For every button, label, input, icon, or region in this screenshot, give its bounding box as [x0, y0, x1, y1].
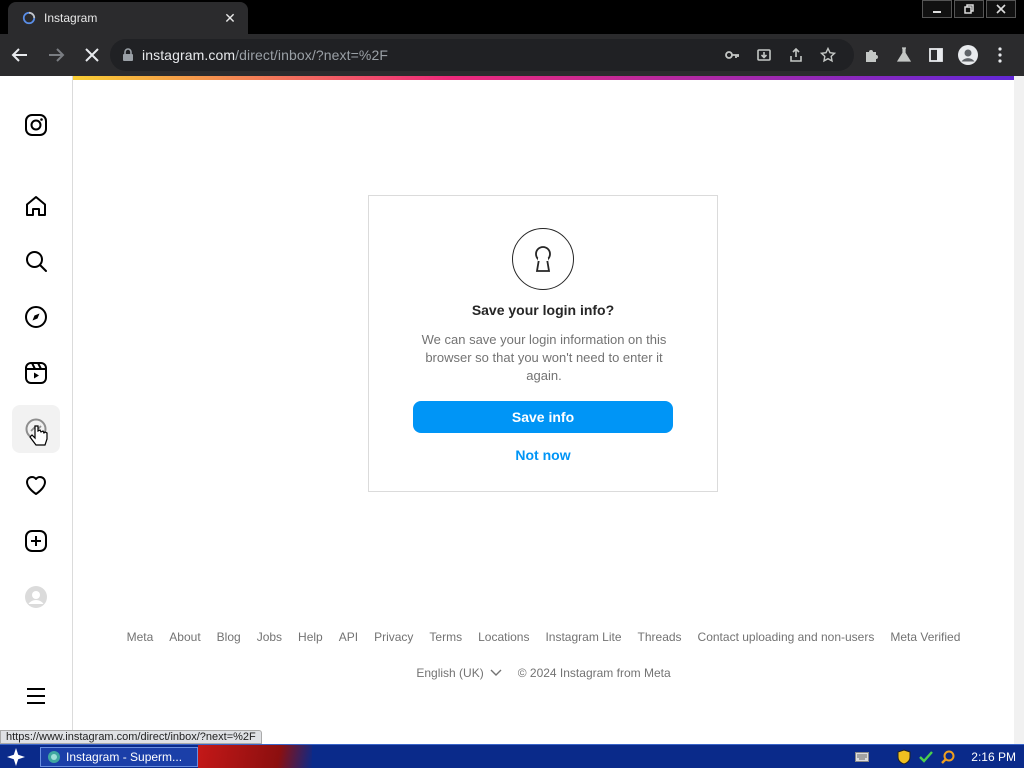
start-button[interactable]	[0, 745, 32, 768]
tab-close-icon[interactable]: ✕	[222, 10, 238, 27]
instagram-sidebar	[0, 76, 73, 744]
footer-link[interactable]: Locations	[478, 630, 529, 644]
close-icon	[996, 4, 1006, 14]
side-panel-icon[interactable]	[920, 47, 952, 63]
loading-progress-bar	[73, 76, 1014, 80]
taskbar-decoration	[198, 745, 312, 768]
network-icon[interactable]	[917, 748, 935, 766]
footer-link[interactable]: API	[339, 630, 358, 644]
save-info-button[interactable]: Save info	[413, 401, 673, 433]
stop-loading-button[interactable]	[76, 39, 108, 71]
minimize-icon	[933, 11, 941, 13]
close-window-button[interactable]	[986, 0, 1016, 18]
extensions-puzzle-icon[interactable]	[856, 47, 888, 63]
browser-toolbar: instagram.com/direct/inbox/?next=%2F	[0, 34, 1024, 76]
not-now-button[interactable]: Not now	[369, 447, 717, 463]
language-selector[interactable]: English (UK)	[416, 666, 502, 680]
browser-app-icon	[48, 751, 60, 763]
start-star-icon	[7, 747, 25, 766]
footer-link[interactable]: Meta Verified	[890, 630, 960, 644]
save-login-dialog: Save your login info? We can save your l…	[368, 195, 718, 492]
instagram-page: Save your login info? We can save your l…	[0, 76, 1014, 744]
address-bar[interactable]: instagram.com/direct/inbox/?next=%2F	[110, 39, 854, 71]
browser-menu-icon[interactable]	[984, 47, 1016, 63]
profile-avatar-icon[interactable]	[952, 44, 984, 66]
dialog-title: Save your login info?	[471, 302, 615, 318]
chevron-down-icon	[490, 669, 502, 676]
more-menu-icon[interactable]	[12, 672, 60, 720]
footer-link[interactable]: Terms	[429, 630, 462, 644]
share-icon[interactable]	[780, 47, 812, 63]
footer-link[interactable]: Blog	[217, 630, 241, 644]
address-bar-actions	[716, 39, 844, 71]
stop-icon	[85, 48, 99, 62]
instagram-favicon-icon	[22, 11, 36, 25]
window-controls	[920, 0, 1016, 18]
create-icon[interactable]	[12, 517, 60, 565]
reels-icon[interactable]	[12, 349, 60, 397]
os-taskbar: Instagram - Superm... 2:16 PM	[0, 744, 1024, 768]
screen: Instagram ✕ instagram.com/direct/inbox/?…	[0, 0, 1024, 768]
copyright-text: © 2024 Instagram from Meta	[517, 666, 671, 680]
shield-icon[interactable]	[895, 748, 913, 766]
lock-icon[interactable]	[122, 48, 134, 62]
profile-avatar[interactable]	[12, 573, 60, 621]
keyboard-icon[interactable]	[853, 748, 871, 766]
labs-flask-icon[interactable]	[888, 47, 920, 63]
link-status-bubble: https://www.instagram.com/direct/inbox/?…	[0, 730, 262, 744]
search-tray-icon[interactable]	[939, 748, 957, 766]
notifications-heart-icon[interactable]	[12, 461, 60, 509]
language-label: English (UK)	[416, 666, 484, 680]
forward-arrow-icon	[49, 48, 65, 62]
restore-button[interactable]	[954, 0, 984, 18]
hand-cursor-icon	[29, 425, 48, 446]
page-scrollbar[interactable]	[1014, 76, 1024, 744]
clock: 2:16 PM	[971, 750, 1016, 764]
url-host: instagram.com	[142, 47, 236, 63]
taskbar-task-label: Instagram - Superm...	[66, 750, 183, 764]
footer-link[interactable]: Threads	[638, 630, 682, 644]
forward-button[interactable]	[40, 39, 72, 71]
browser-titlebar: Instagram ✕	[0, 0, 1024, 34]
footer-link[interactable]: Contact uploading and non-users	[698, 630, 875, 644]
footer-link[interactable]: Meta	[127, 630, 154, 644]
footer-links: Meta About Blog Jobs Help API Privacy Terms Loca…	[73, 630, 1014, 644]
url-path: /direct/inbox/?next=%2F	[235, 47, 388, 63]
dialog-message: We can save your login information on th…	[421, 332, 667, 383]
browser-tab[interactable]: Instagram ✕	[8, 2, 248, 34]
tab-title: Instagram	[44, 11, 98, 25]
back-arrow-icon	[11, 48, 27, 62]
search-icon[interactable]	[12, 237, 60, 285]
system-tray: 2:16 PM	[849, 745, 1016, 768]
footer-link[interactable]: Help	[298, 630, 323, 644]
address-url: instagram.com/direct/inbox/?next=%2F	[142, 47, 388, 63]
footer-link[interactable]: Privacy	[374, 630, 413, 644]
keyhole-icon	[512, 228, 574, 290]
footer-link[interactable]: About	[169, 630, 200, 644]
back-button[interactable]	[4, 39, 36, 71]
extension-toolbar	[856, 39, 1016, 71]
password-key-icon[interactable]	[716, 47, 748, 63]
taskbar-task-button[interactable]: Instagram - Superm...	[40, 747, 198, 767]
footer-link[interactable]: Jobs	[257, 630, 282, 644]
restore-icon	[964, 4, 974, 14]
bookmark-star-icon[interactable]	[812, 47, 844, 63]
minimize-button[interactable]	[922, 0, 952, 18]
instagram-logo-icon[interactable]	[12, 101, 60, 149]
install-app-icon[interactable]	[748, 47, 780, 63]
explore-icon[interactable]	[12, 293, 60, 341]
footer-link[interactable]: Instagram Lite	[545, 630, 621, 644]
home-icon[interactable]	[12, 182, 60, 230]
footer-bottom: English (UK) © 2024 Instagram from Meta	[73, 666, 1014, 680]
